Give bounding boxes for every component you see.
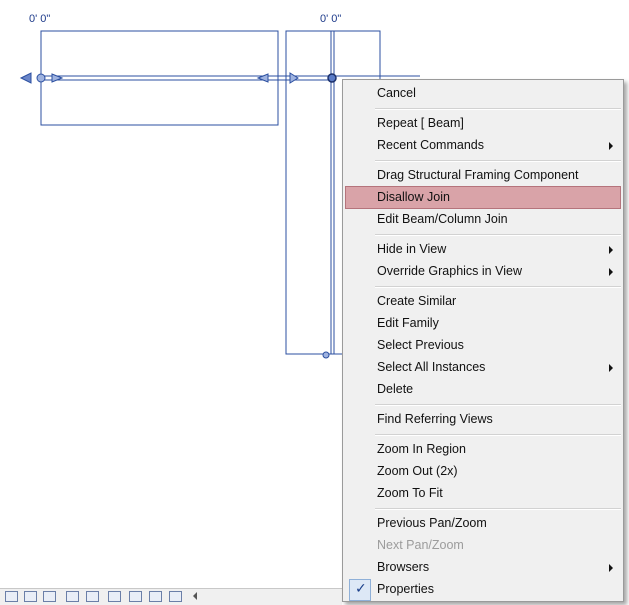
endpoint-grip-bottom[interactable] — [322, 351, 330, 359]
menu-item-cancel[interactable]: Cancel — [345, 83, 621, 105]
menu-item-label: Zoom To Fit — [377, 486, 443, 500]
menu-item-properties[interactable]: ✓ Properties — [345, 579, 621, 601]
menu-item-label: Zoom Out (2x) — [377, 464, 458, 478]
menu-item-select-all-instances[interactable]: Select All Instances — [345, 357, 621, 379]
menu-separator — [375, 286, 621, 288]
menu-item-hide-in-view[interactable]: Hide in View — [345, 239, 621, 261]
menu-item-zoom-in-region[interactable]: Zoom In Region — [345, 439, 621, 461]
menu-item-label: Hide in View — [377, 242, 447, 256]
view-control-bar — [0, 588, 342, 605]
crop-region-icon[interactable] — [66, 591, 79, 602]
menu-item-label: Override Graphics in View — [377, 264, 522, 278]
menu-item-next-pan-zoom: Next Pan/Zoom — [345, 535, 621, 557]
submenu-arrow-icon — [609, 564, 613, 572]
submenu-arrow-icon — [609, 142, 613, 150]
menu-item-create-similar[interactable]: Create Similar — [345, 291, 621, 313]
checkmark-glyph: ✓ — [355, 581, 367, 597]
menu-item-label: Find Referring Views — [377, 412, 493, 426]
menu-item-zoom-to-fit[interactable]: Zoom To Fit — [345, 483, 621, 505]
menu-item-override-graphics[interactable]: Override Graphics in View — [345, 261, 621, 283]
sun-path-icon[interactable] — [24, 591, 37, 602]
join-arrow-right-icon[interactable] — [256, 73, 269, 83]
menu-item-disallow-join[interactable]: Disallow Join — [345, 186, 621, 209]
menu-item-label: Disallow Join — [377, 190, 450, 204]
menu-item-select-previous[interactable]: Select Previous — [345, 335, 621, 357]
menu-item-label: Next Pan/Zoom — [377, 538, 464, 552]
menu-item-previous-pan-zoom[interactable]: Previous Pan/Zoom — [345, 513, 621, 535]
submenu-arrow-icon — [609, 364, 613, 372]
menu-item-label: Properties — [377, 582, 434, 596]
temporary-hide-icon[interactable] — [129, 591, 142, 602]
context-menu: Cancel Repeat [ Beam] Recent Commands Dr… — [342, 79, 624, 602]
menu-item-label: Select Previous — [377, 338, 464, 352]
menu-item-label: Select All Instances — [377, 360, 486, 374]
menu-separator — [375, 508, 621, 510]
menu-item-label: Edit Family — [377, 316, 439, 330]
menu-item-recent-commands[interactable]: Recent Commands — [345, 135, 621, 157]
menu-item-label: Recent Commands — [377, 138, 484, 152]
beam-left[interactable] — [40, 30, 279, 126]
endpoint-grip-selected[interactable] — [327, 73, 337, 83]
analytical-model-icon[interactable] — [169, 591, 182, 602]
menu-item-drag-structural-framing[interactable]: Drag Structural Framing Component — [345, 165, 621, 187]
menu-item-label: Previous Pan/Zoom — [377, 516, 487, 530]
menu-item-zoom-out[interactable]: Zoom Out (2x) — [345, 461, 621, 483]
menu-separator — [375, 108, 621, 110]
menu-separator — [375, 434, 621, 436]
reveal-hidden-icon[interactable] — [149, 591, 162, 602]
checkmark-icon: ✓ — [349, 579, 371, 601]
lock-3d-icon[interactable] — [108, 591, 121, 602]
dimension-label-left: 0' 0" — [29, 13, 51, 25]
show-crop-icon[interactable] — [86, 591, 99, 602]
menu-item-browsers[interactable]: Browsers — [345, 557, 621, 579]
drag-arrow-left-icon[interactable] — [19, 72, 32, 84]
menu-item-label: Browsers — [377, 560, 430, 574]
dimension-label-right: 0' 0" — [320, 13, 342, 25]
endpoint-grip-left[interactable] — [36, 73, 46, 83]
join-arrow-left-icon[interactable] — [51, 73, 64, 83]
menu-item-label: Delete — [377, 382, 414, 396]
submenu-arrow-icon — [609, 268, 613, 276]
menu-item-label: Cancel — [377, 86, 416, 100]
view-cube-icon[interactable] — [5, 591, 18, 602]
drag-arrow-mid-icon[interactable] — [289, 72, 299, 84]
scroll-left-icon[interactable] — [193, 592, 197, 600]
menu-item-edit-beam-column-join[interactable]: Edit Beam/Column Join — [345, 209, 621, 231]
menu-item-repeat-beam[interactable]: Repeat [ Beam] — [345, 113, 621, 135]
menu-separator — [375, 160, 621, 162]
menu-item-delete[interactable]: Delete — [345, 379, 621, 401]
menu-item-label: Edit Beam/Column Join — [377, 212, 508, 226]
menu-item-label: Zoom In Region — [377, 442, 466, 456]
menu-item-label: Repeat [ Beam] — [377, 116, 464, 130]
menu-separator — [375, 234, 621, 236]
menu-item-find-referring-views[interactable]: Find Referring Views — [345, 409, 621, 431]
menu-item-edit-family[interactable]: Edit Family — [345, 313, 621, 335]
menu-separator — [375, 404, 621, 406]
shadows-icon[interactable] — [43, 591, 56, 602]
menu-item-label: Create Similar — [377, 294, 457, 308]
menu-item-label: Drag Structural Framing Component — [377, 168, 579, 182]
submenu-arrow-icon — [609, 246, 613, 254]
